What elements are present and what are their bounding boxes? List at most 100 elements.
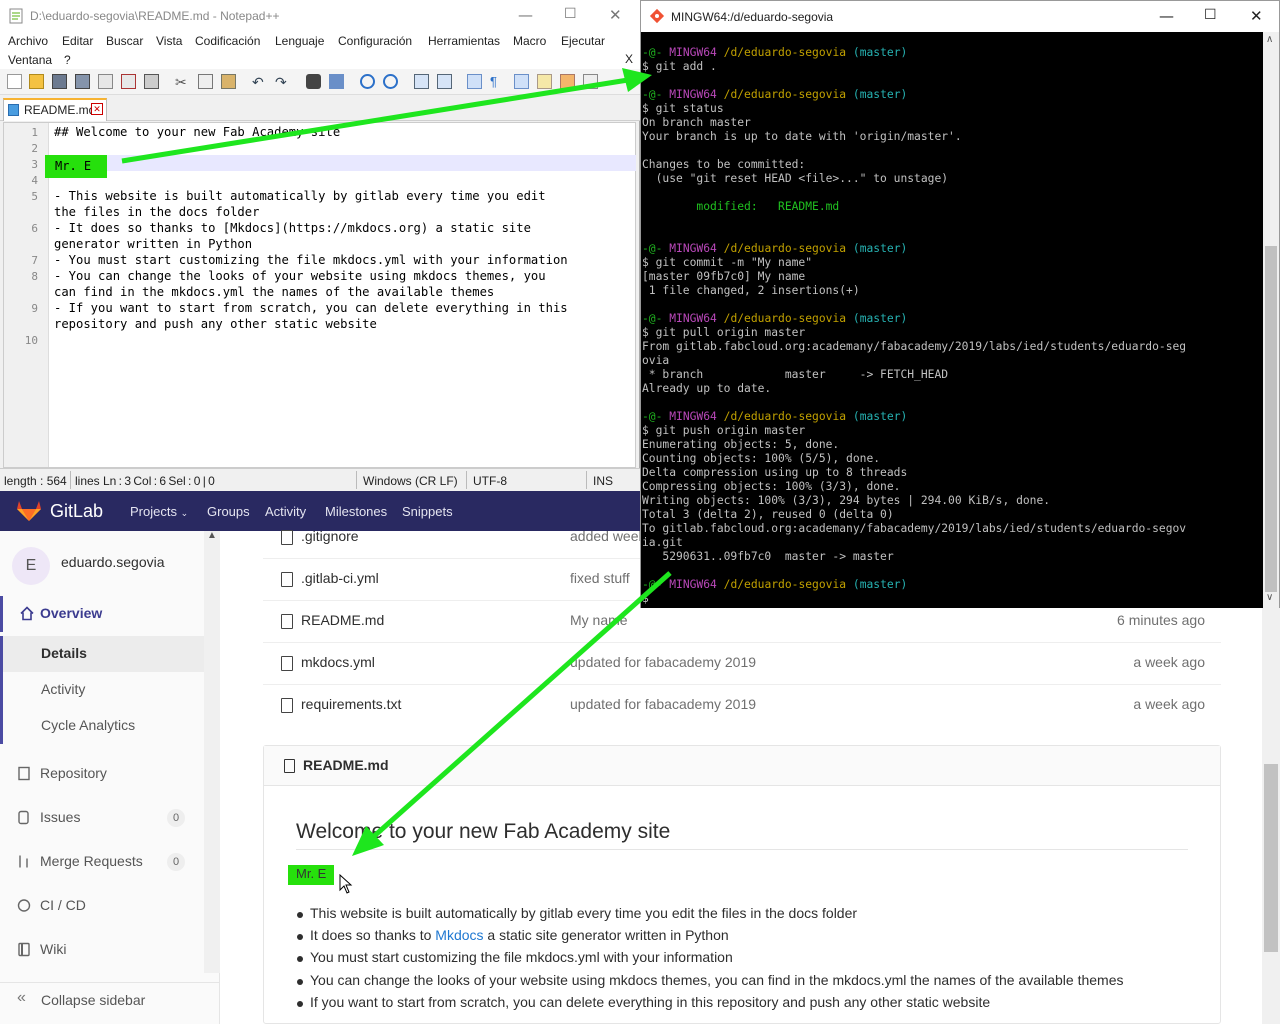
readme-heading: Welcome to your new Fab Academy site [296,820,671,843]
sidebar-item-activity[interactable]: Activity [0,672,204,708]
menu-macro[interactable]: Macro [513,34,546,48]
replace-icon[interactable] [329,74,344,89]
menu-codificacion[interactable]: Codificación [195,34,260,48]
commit-message[interactable]: fixed stuff [570,570,630,586]
commit-message[interactable]: updated for fabacademy 2019 [570,654,756,670]
tab-readme[interactable]: README.md ✕ [3,98,107,121]
maximize-icon[interactable]: ☐ [1204,7,1217,23]
terminal-line: Delta compression using up to 8 threads [642,466,908,479]
menu-configuracion[interactable]: Configuración [338,34,412,48]
paste-icon[interactable] [221,74,236,89]
sidebar-item-cycle-analytics[interactable]: Cycle Analytics [0,708,204,744]
scroll-down-icon[interactable]: ∨ [1266,592,1273,603]
minimize-icon[interactable]: — [1159,7,1174,25]
commit-time: 6 minutes ago [1117,612,1205,628]
terminal-line: modified: README.md [642,200,840,213]
gitlab-logo-icon[interactable] [16,500,42,522]
terminal-line: (use "git reset HEAD <file>..." to unsta… [642,172,949,185]
status-eol[interactable]: Windows (CR LF) [363,474,458,488]
file-name[interactable]: .gitignore [301,528,359,544]
git-bash-icon [649,8,665,24]
menu-buscar[interactable]: Buscar [106,34,143,48]
readme-filename[interactable]: README.md [303,757,389,773]
notepad-titlebar: D:\eduardo-segovia\README.md - Notepad++… [0,0,640,31]
editor[interactable]: 1 2 3 4 5 6 7 8 9 10 ## Welcome to your new Fab A… [3,122,636,468]
zoom-in-icon[interactable] [360,74,375,89]
project-name[interactable]: eduardo.segovia [61,554,165,570]
scroll-up-icon[interactable]: ▲ [207,530,217,541]
close-icon[interactable]: ✕ [1250,7,1263,25]
print-icon[interactable] [144,74,159,89]
sync-horizontal-icon[interactable] [437,74,452,89]
redo-icon[interactable]: ↷ [275,74,290,90]
sidebar-item-wiki[interactable]: Wiki [0,932,204,968]
close-all-icon[interactable] [121,74,136,89]
menu-archivo[interactable]: Archivo [8,34,48,48]
sidebar-item-overview[interactable]: Overview [0,596,204,632]
sidebar-item-label: Merge Requests [40,853,143,869]
scroll-up-icon[interactable]: ∧ [1266,34,1273,45]
file-name[interactable]: mkdocs.yml [301,654,375,670]
menu-editar[interactable]: Editar [62,34,93,48]
file-name[interactable]: README.md [301,612,384,628]
status-encoding[interactable]: UTF-8 [473,474,507,488]
sidebar-item-issues[interactable]: Issues 0 [0,800,204,836]
menu-vista[interactable]: Vista [156,34,182,48]
terminal-line: Counting objects: 100% (5/5), done. [642,452,881,465]
function-list-icon[interactable] [560,74,575,89]
sidebar-item-repository[interactable]: Repository [0,756,204,792]
notepad-window: D:\eduardo-segovia\README.md - Notepad++… [0,0,640,491]
nav-projects[interactable]: Projects ⌄ [130,504,188,519]
commit-message[interactable]: added week [570,528,646,544]
gitlab-brand[interactable]: GitLab [50,501,103,522]
close-icon[interactable]: ✕ [609,6,622,24]
copy-icon[interactable] [198,74,213,89]
merge-count-badge: 0 [167,853,185,871]
close-file-icon[interactable] [98,74,113,89]
zoom-out-icon[interactable] [383,74,398,89]
show-all-chars-icon[interactable]: ¶ [490,74,505,89]
save-all-icon[interactable] [75,74,90,89]
doc-map-icon[interactable] [537,74,552,89]
menu-help[interactable]: ? [64,53,71,67]
commit-message[interactable]: updated for fabacademy 2019 [570,696,756,712]
sidebar-item-merge-requests[interactable]: Merge Requests 0 [0,844,204,880]
menu-herramientas[interactable]: Herramientas [428,34,500,48]
save-icon[interactable] [52,74,67,89]
sidebar-item-details[interactable]: Details [0,636,204,672]
maximize-icon[interactable]: ☐ [564,6,577,22]
sidebar-item-ci-cd[interactable]: CI / CD [0,888,204,924]
commit-message[interactable]: My name [570,612,628,628]
folder-workspace-icon[interactable] [583,74,598,89]
sidebar-scrollbar[interactable]: ▲ [204,530,220,973]
menu-ejecutar[interactable]: Ejecutar [561,34,605,48]
undo-icon[interactable]: ↶ [252,74,267,90]
issues-icon [18,810,29,825]
indent-guide-icon[interactable] [514,74,529,89]
statusbar: length : 564 lines Ln : 3 Col : 6 Sel : … [0,468,640,491]
minimize-icon[interactable]: — [518,6,533,24]
close-document-button[interactable]: X [625,52,633,66]
file-name[interactable]: .gitlab-ci.yml [301,570,379,586]
collapse-sidebar-button[interactable]: « Collapse sidebar [0,982,220,1018]
sync-vertical-icon[interactable] [414,74,429,89]
cut-icon[interactable]: ✂ [175,74,190,90]
avatar[interactable]: E [12,547,50,585]
word-wrap-icon[interactable] [467,74,482,89]
page-scrollbar-thumb[interactable] [1264,764,1278,952]
menu-lenguaje[interactable]: Lenguaje [275,34,324,48]
open-file-icon[interactable] [29,74,44,89]
mkdocs-link[interactable]: Mkdocs [435,927,483,943]
terminal-scrollbar-thumb[interactable] [1265,246,1277,592]
new-file-icon[interactable] [7,74,22,89]
code-line: ## Welcome to your new Fab Academy site [54,125,341,139]
table-row[interactable]: mkdocs.yml updated for fabacademy 2019 a… [263,643,1221,685]
find-icon[interactable] [306,74,321,89]
nav-groups[interactable]: Groups [207,504,250,519]
file-name[interactable]: requirements.txt [301,696,401,712]
menu-ventana[interactable]: Ventana [8,53,52,67]
terminal[interactable]: -@- MINGW64 /d/eduardo-segovia (master) $… [641,32,1263,608]
status-insert-mode[interactable]: INS [593,474,613,488]
close-tab-icon[interactable]: ✕ [91,103,103,115]
table-row[interactable]: requirements.txt updated for fabacademy … [263,685,1221,727]
